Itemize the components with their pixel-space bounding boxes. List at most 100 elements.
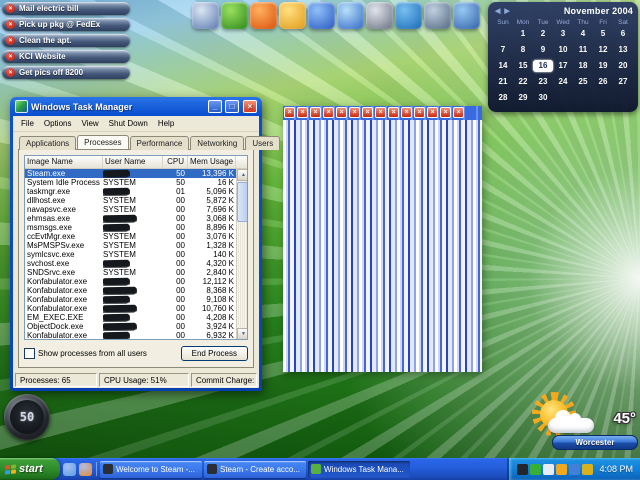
calendar-day-cell[interactable]: 3 bbox=[553, 28, 573, 40]
taskbar-button[interactable]: Steam - Create acco... bbox=[204, 461, 306, 478]
volume-tray-icon[interactable] bbox=[543, 464, 554, 475]
calendar-day-cell[interactable]: 24 bbox=[553, 76, 573, 88]
calendar-next-icon[interactable]: ▶ bbox=[502, 7, 511, 15]
calendar-day-cell[interactable]: 2 bbox=[533, 28, 553, 40]
taskbar-button[interactable]: Windows Task Mana... bbox=[308, 461, 410, 478]
security-tray-icon[interactable] bbox=[556, 464, 567, 475]
firefox-quick-icon[interactable] bbox=[79, 463, 92, 476]
process-row[interactable]: System Idle ProcessSYSTEM5016 K bbox=[25, 178, 236, 187]
scroll-up-icon[interactable]: ▲ bbox=[237, 169, 248, 181]
note-close-icon[interactable]: × bbox=[6, 52, 15, 61]
calendar-day-cell[interactable]: 9 bbox=[533, 44, 553, 56]
menu-view[interactable]: View bbox=[76, 118, 103, 129]
calendar-day-cell[interactable]: 22 bbox=[513, 76, 533, 88]
calendar-day-cell[interactable]: 4 bbox=[573, 28, 593, 40]
scrollbar-thumb[interactable] bbox=[237, 182, 248, 222]
process-row[interactable]: navapsvc.exeSYSTEM007,696 K bbox=[25, 205, 236, 214]
process-row[interactable]: svchost.exe004,320 K bbox=[25, 259, 236, 268]
calendar-day-cell[interactable]: 12 bbox=[593, 44, 613, 56]
process-row[interactable]: EM_EXEC.EXE004,208 K bbox=[25, 313, 236, 322]
glitch-close-icon[interactable]: × bbox=[323, 107, 334, 118]
itunes-icon[interactable] bbox=[337, 2, 364, 29]
antivirus-tray-icon[interactable] bbox=[582, 464, 593, 475]
earth-icon[interactable] bbox=[395, 2, 422, 29]
clock[interactable]: 4:08 PM bbox=[599, 464, 633, 474]
database-icon[interactable] bbox=[424, 2, 451, 29]
calendar-day-cell[interactable]: 25 bbox=[573, 76, 593, 88]
calendar-day-cell[interactable]: 15 bbox=[513, 60, 533, 72]
maximize-button[interactable]: □ bbox=[225, 100, 239, 113]
column-header[interactable]: User Name bbox=[103, 156, 163, 168]
todo-note[interactable]: ×Get pics off 8200 bbox=[2, 66, 130, 79]
calendar-day-cell[interactable]: 18 bbox=[573, 60, 593, 72]
my-computer-icon[interactable] bbox=[192, 2, 219, 29]
calendar-day-cell[interactable]: 5 bbox=[593, 28, 613, 40]
todo-note[interactable]: ×Pick up pkg @ FedEx bbox=[2, 18, 130, 31]
checkbox-icon[interactable] bbox=[24, 348, 35, 359]
note-close-icon[interactable]: × bbox=[6, 68, 15, 77]
calendar-day-cell[interactable]: 26 bbox=[593, 76, 613, 88]
menu-shut-down[interactable]: Shut Down bbox=[104, 118, 153, 129]
calendar-day-cell[interactable]: 13 bbox=[613, 44, 633, 56]
scroll-down-icon[interactable]: ▼ bbox=[237, 328, 248, 340]
todo-note[interactable]: ×Clean the apt. bbox=[2, 34, 130, 47]
quicktime-icon[interactable] bbox=[308, 2, 335, 29]
glitch-close-icon[interactable]: × bbox=[349, 107, 360, 118]
process-row[interactable]: SNDSrvc.exeSYSTEM002,840 K bbox=[25, 268, 236, 277]
glitch-close-icon[interactable]: × bbox=[362, 107, 373, 118]
gears-icon[interactable] bbox=[453, 2, 480, 29]
close-button[interactable]: × bbox=[243, 100, 257, 113]
process-row[interactable]: Konfabulator.exe008,368 K bbox=[25, 286, 236, 295]
note-close-icon[interactable]: × bbox=[6, 36, 15, 45]
calendar-day-cell[interactable]: 6 bbox=[613, 28, 633, 40]
weather-widget[interactable]: 45° Worcester bbox=[526, 392, 638, 454]
title-bar[interactable]: Windows Task Manager _ □ × bbox=[13, 97, 259, 116]
menu-options[interactable]: Options bbox=[39, 118, 77, 129]
start-button[interactable]: start bbox=[0, 458, 60, 480]
process-row[interactable]: Konfabulator.exe0012,112 K bbox=[25, 277, 236, 286]
calendar-day-cell[interactable]: 8 bbox=[513, 44, 533, 56]
menu-file[interactable]: File bbox=[16, 118, 39, 129]
process-row[interactable]: msmsgs.exe008,896 K bbox=[25, 223, 236, 232]
tab-processes[interactable]: Processes bbox=[77, 135, 128, 149]
process-row[interactable]: taskmgr.exe015,096 K bbox=[25, 187, 236, 196]
tab-performance[interactable]: Performance bbox=[130, 136, 190, 150]
calendar-day-cell[interactable]: 27 bbox=[613, 76, 633, 88]
end-process-button[interactable]: End Process bbox=[181, 346, 248, 361]
glitch-close-icon[interactable]: × bbox=[414, 107, 425, 118]
column-header[interactable]: Mem Usage bbox=[188, 156, 236, 168]
tab-networking[interactable]: Networking bbox=[190, 136, 244, 150]
glitch-close-icon[interactable]: × bbox=[401, 107, 412, 118]
glitch-close-icon[interactable]: × bbox=[297, 107, 308, 118]
process-row[interactable]: ObjectDock.exe003,924 K bbox=[25, 322, 236, 331]
process-row[interactable]: Konfabulator.exe009,108 K bbox=[25, 295, 236, 304]
process-row[interactable]: ehmsas.exe003,068 K bbox=[25, 214, 236, 223]
tab-users[interactable]: Users bbox=[245, 136, 280, 150]
calendar-day-cell[interactable]: 29 bbox=[513, 92, 533, 104]
glitch-close-icon[interactable]: × bbox=[310, 107, 321, 118]
todo-note[interactable]: ×KCI Website bbox=[2, 50, 130, 63]
steam-tray-icon[interactable] bbox=[517, 464, 528, 475]
calendar-day-cell[interactable]: 1 bbox=[513, 28, 533, 40]
calendar-day-cell[interactable]: 16 bbox=[533, 60, 553, 72]
calendar-day-cell[interactable]: 28 bbox=[493, 92, 513, 104]
glitch-close-icon[interactable]: × bbox=[427, 107, 438, 118]
taskbar-button[interactable]: Welcome to Steam -... bbox=[100, 461, 202, 478]
calendar-day-cell[interactable]: 10 bbox=[553, 44, 573, 56]
process-row[interactable]: dllhost.exeSYSTEM005,872 K bbox=[25, 196, 236, 205]
cpu-gauge-widget[interactable]: 50 bbox=[4, 394, 50, 440]
glitch-close-icon[interactable]: × bbox=[375, 107, 386, 118]
messenger-tray-icon[interactable] bbox=[530, 464, 541, 475]
show-all-processes-checkbox[interactable]: Show processes from all users bbox=[24, 348, 147, 359]
scrollbar-track[interactable] bbox=[237, 181, 248, 328]
glitched-steam-window[interactable]: ×××××××××××××× bbox=[283, 106, 482, 372]
calendar-day-cell[interactable]: 20 bbox=[613, 60, 633, 72]
column-header[interactable]: CPU bbox=[163, 156, 188, 168]
process-row[interactable]: Konfabulator.exe0010,760 K bbox=[25, 304, 236, 313]
calendar-day-cell[interactable]: 17 bbox=[553, 60, 573, 72]
minimize-button[interactable]: _ bbox=[208, 100, 222, 113]
glitch-close-icon[interactable]: × bbox=[453, 107, 464, 118]
todo-note[interactable]: ×Mail electric bill bbox=[2, 2, 130, 15]
process-row[interactable]: ccEvtMgr.exeSYSTEM003,076 K bbox=[25, 232, 236, 241]
calendar-day-cell[interactable]: 30 bbox=[533, 92, 553, 104]
